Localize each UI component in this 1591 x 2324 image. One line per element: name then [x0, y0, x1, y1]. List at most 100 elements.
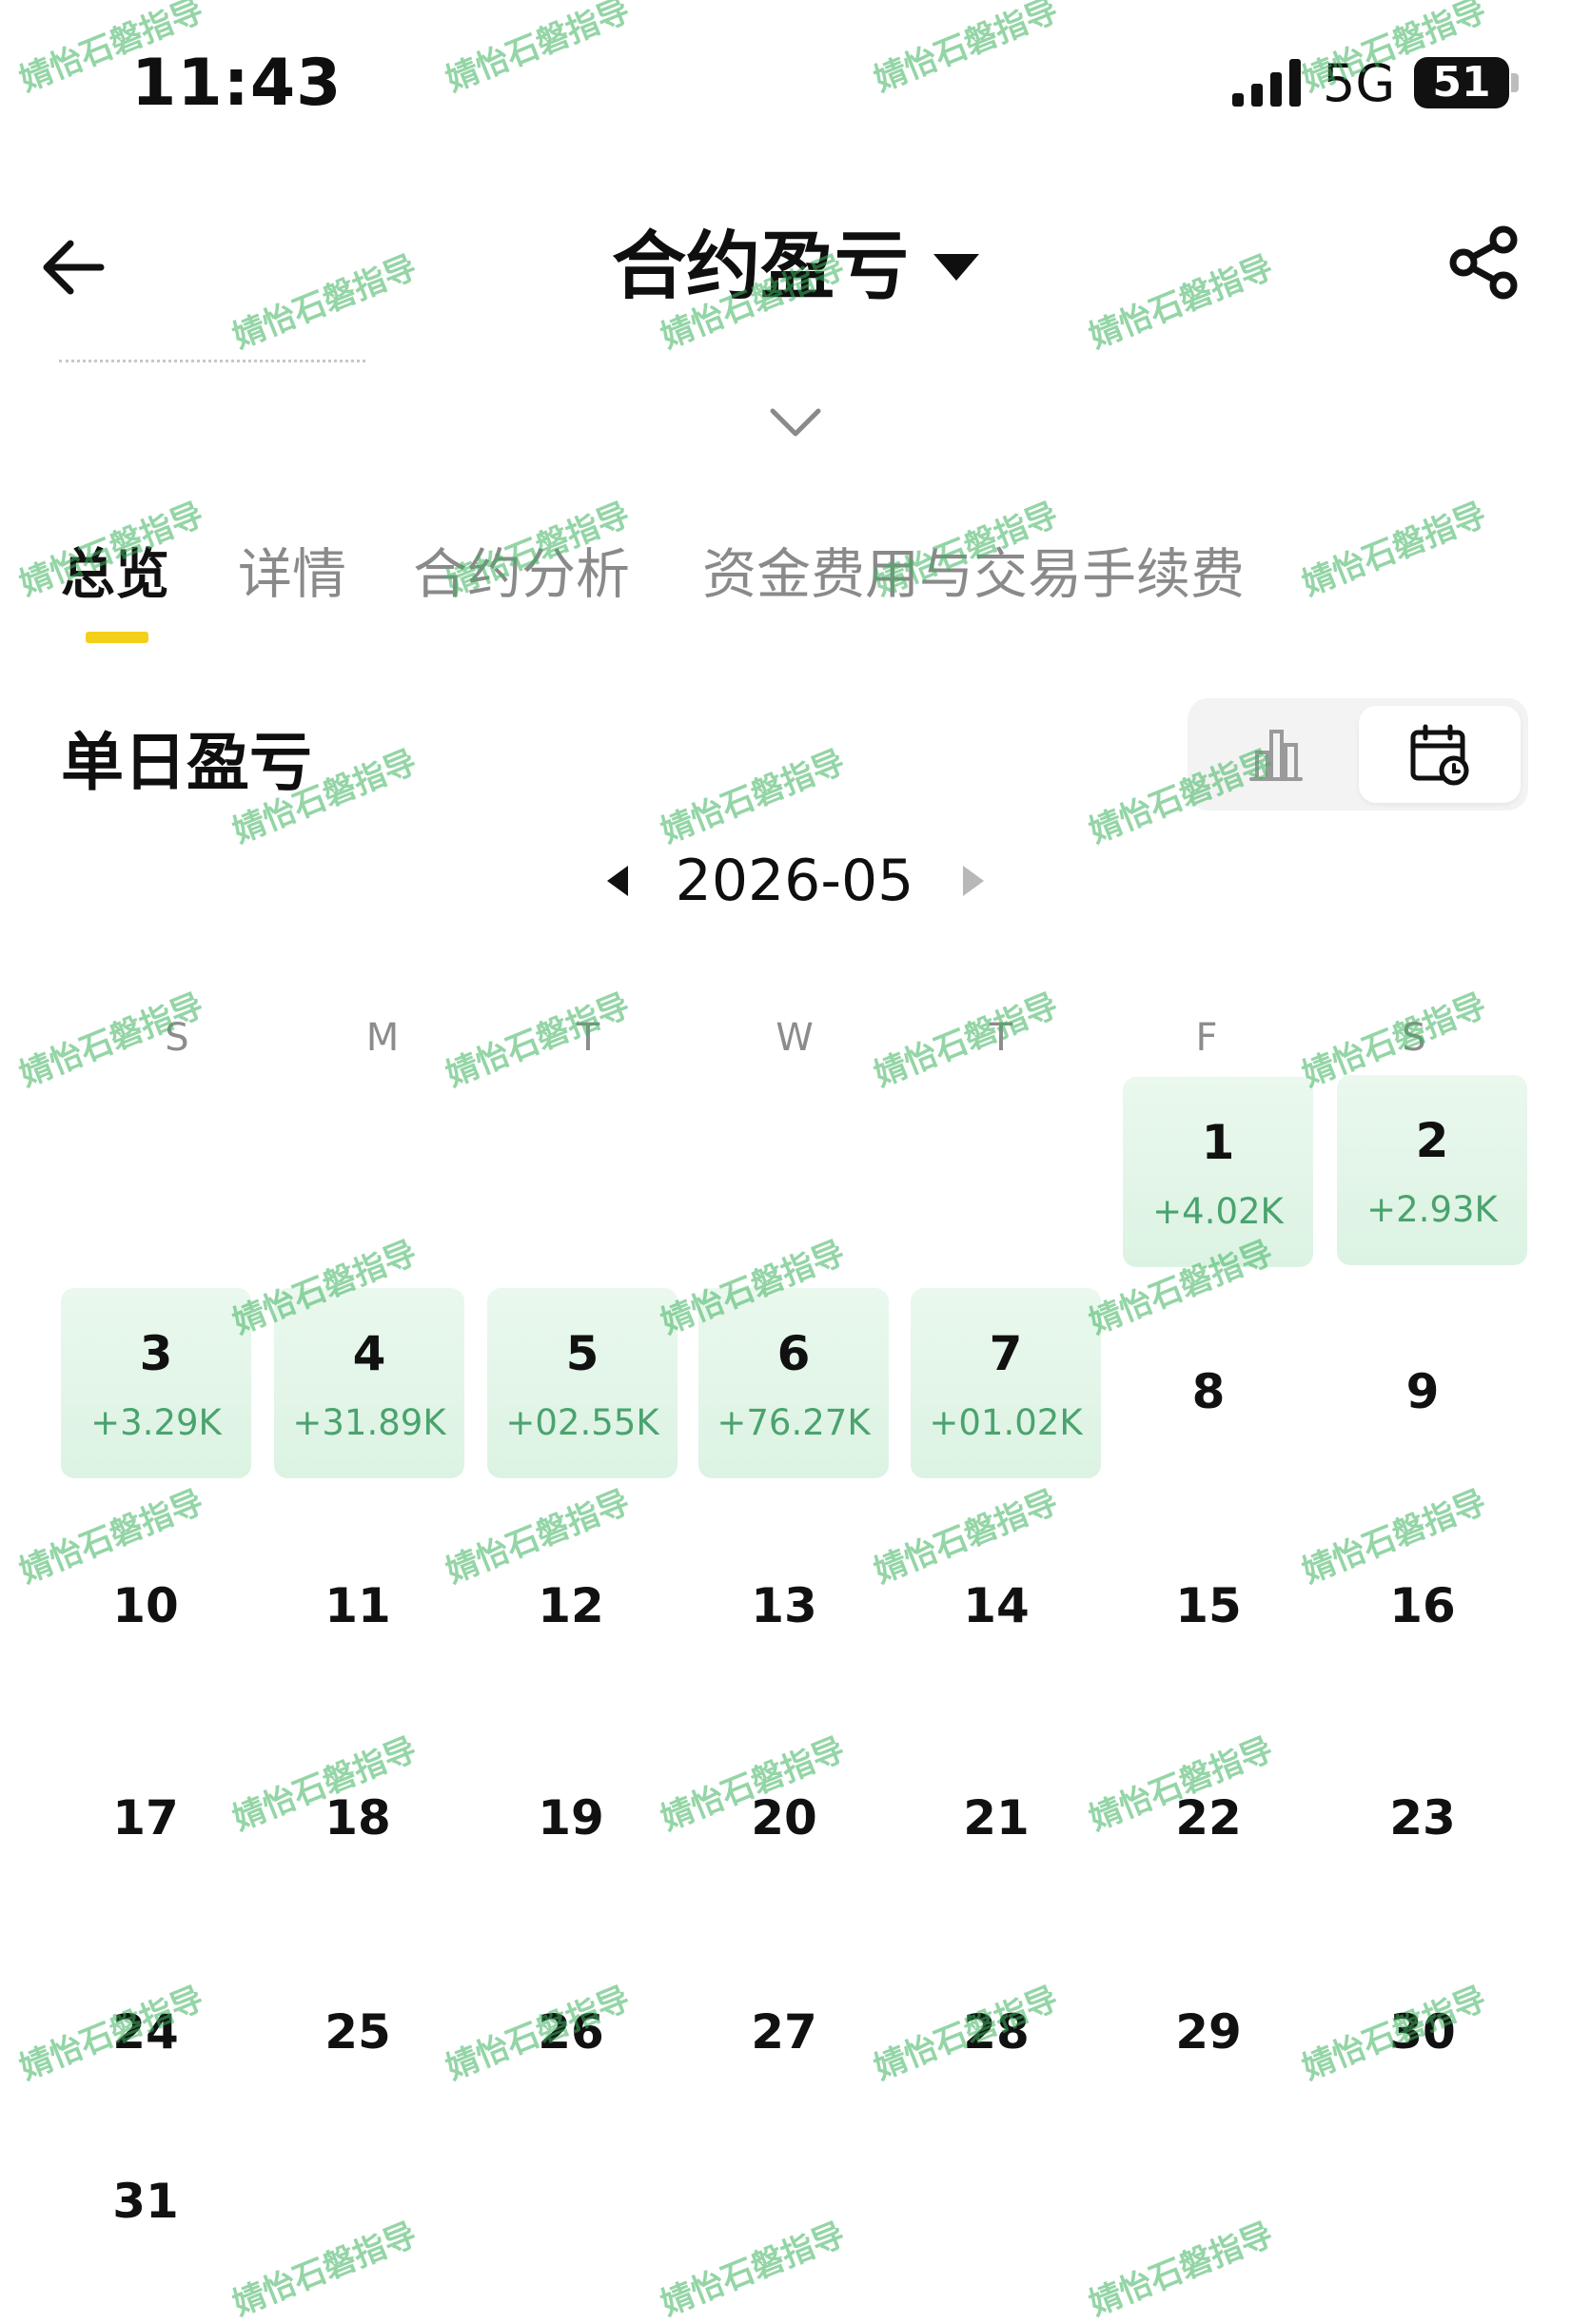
day-number: 16	[1389, 1578, 1456, 1633]
day-number: 14	[963, 1578, 1030, 1633]
day-number: 23	[1389, 1790, 1456, 1846]
calendar-view-button[interactable]	[1359, 706, 1521, 803]
tab-overview[interactable]: 总览	[61, 531, 169, 609]
weekday-label: W	[776, 1016, 814, 1060]
calendar-day[interactable]: 28	[901, 1938, 1091, 2128]
weekday-label: F	[1195, 1016, 1218, 1060]
battery-icon: 51	[1414, 57, 1509, 108]
calendar-day[interactable]: 29	[1113, 1938, 1304, 2128]
tab-bar: 总览 详情 合约分析 资金费用与交易手续费	[0, 521, 1591, 654]
view-toggle	[1188, 698, 1528, 810]
weekday-label: S	[165, 1016, 189, 1060]
calendar-day[interactable]: 2 +2.93K	[1337, 1075, 1527, 1265]
watermark-text: 婧怡石磐指导	[656, 742, 851, 851]
signal-icon	[1232, 59, 1301, 107]
calendar-day[interactable]: 1 +4.02K	[1123, 1077, 1313, 1267]
day-number: 11	[324, 1578, 391, 1633]
day-number: 5	[565, 1326, 599, 1381]
calendar-day[interactable]: 19	[476, 1724, 666, 1914]
calendar-day[interactable]: 20	[689, 1724, 879, 1914]
tab-funding-fees[interactable]: 资金费用与交易手续费	[702, 531, 1245, 609]
day-number: 31	[112, 2174, 179, 2229]
calendar-day[interactable]: 8	[1113, 1298, 1304, 1488]
day-number: 7	[989, 1326, 1023, 1381]
calendar-day[interactable]: 11	[263, 1512, 453, 1702]
calendar-day[interactable]: 4 +31.89K	[274, 1288, 464, 1478]
calendar-day[interactable]: 14	[901, 1512, 1091, 1702]
bar-chart-icon	[1249, 730, 1303, 781]
calendar-day[interactable]: 18	[263, 1724, 453, 1914]
day-pnl: +4.02K	[1152, 1191, 1284, 1232]
status-bar: 11:43 5G 51	[0, 0, 1591, 162]
day-pnl: +2.93K	[1366, 1189, 1498, 1230]
calendar-day[interactable]: 23	[1327, 1724, 1518, 1914]
day-number: 21	[963, 1790, 1030, 1846]
calendar-day[interactable]: 30	[1327, 1938, 1518, 2128]
day-number: 27	[751, 2004, 817, 2060]
calendar-day[interactable]: 5 +02.55K	[487, 1288, 678, 1478]
day-number: 3	[139, 1326, 173, 1381]
calendar-day[interactable]: 3 +3.29K	[61, 1288, 251, 1478]
day-number: 10	[112, 1578, 179, 1633]
day-number: 22	[1175, 1790, 1242, 1846]
day-pnl: +01.02K	[929, 1402, 1083, 1443]
calendar-day[interactable]: 9	[1327, 1298, 1518, 1488]
calendar-day[interactable]: 24	[50, 1938, 241, 2128]
calendar-day[interactable]: 22	[1113, 1724, 1304, 1914]
day-number: 13	[751, 1578, 817, 1633]
calendar-day[interactable]: 15	[1113, 1512, 1304, 1702]
watermark-text: 婧怡石磐指导	[656, 2215, 851, 2324]
day-number: 9	[1405, 1364, 1440, 1419]
day-number: 25	[324, 2004, 391, 2060]
calendar-day[interactable]: 25	[263, 1938, 453, 2128]
calendar-day[interactable]: 10	[50, 1512, 241, 1702]
calendar-day[interactable]: 21	[901, 1724, 1091, 1914]
calendar-day[interactable]: 17	[50, 1724, 241, 1914]
calendar-day[interactable]: 16	[1327, 1512, 1518, 1702]
day-pnl: +31.89K	[292, 1402, 446, 1443]
weekday-label: T	[576, 1016, 600, 1060]
bar-chart-view-button[interactable]	[1195, 706, 1357, 803]
tab-contract-analysis[interactable]: 合约分析	[413, 531, 630, 609]
month-label: 2026-05	[675, 848, 914, 914]
calendar-icon	[1410, 724, 1469, 786]
day-pnl: +76.27K	[717, 1402, 871, 1443]
tab-details[interactable]: 详情	[238, 531, 346, 609]
share-icon[interactable]	[1446, 225, 1522, 301]
calendar-day[interactable]: 27	[689, 1938, 879, 2128]
calendar-day[interactable]: 13	[689, 1512, 879, 1702]
day-number: 29	[1175, 2004, 1242, 2060]
network-label: 5G	[1323, 53, 1396, 113]
chevron-down-icon[interactable]	[767, 403, 824, 441]
day-number: 24	[112, 2004, 179, 2060]
page-title: 合约盈亏	[611, 224, 909, 310]
day-number: 19	[538, 1790, 604, 1846]
weekday-label: T	[989, 1016, 1013, 1060]
day-number: 30	[1389, 2004, 1456, 2060]
calendar-day[interactable]: 7 +01.02K	[911, 1288, 1101, 1478]
day-number: 2	[1415, 1113, 1449, 1168]
tab-active-indicator	[86, 632, 148, 643]
calendar-day[interactable]: 31	[50, 2107, 241, 2297]
calendar-day[interactable]: 26	[476, 1938, 666, 2128]
page-title-dropdown[interactable]: 合约盈亏	[0, 215, 1591, 315]
section-title: 单日盈亏	[61, 726, 312, 799]
day-number: 20	[751, 1790, 817, 1846]
next-month-button[interactable]	[953, 862, 992, 900]
prev-month-button[interactable]	[599, 862, 638, 900]
weekday-label: S	[1402, 1016, 1426, 1060]
watermark-text: 婧怡石磐指导	[227, 2215, 422, 2324]
divider	[59, 360, 365, 362]
day-number: 1	[1201, 1115, 1235, 1170]
caret-down-icon	[933, 253, 979, 281]
weekday-label: M	[365, 1016, 400, 1060]
day-pnl: +02.55K	[505, 1402, 659, 1443]
calendar-day[interactable]: 6 +76.27K	[698, 1288, 889, 1478]
day-number: 17	[112, 1790, 179, 1846]
day-pnl: +3.29K	[90, 1402, 222, 1443]
calendar-day[interactable]: 12	[476, 1512, 666, 1702]
day-number: 15	[1175, 1578, 1242, 1633]
day-number: 12	[538, 1578, 604, 1633]
day-number: 8	[1191, 1364, 1226, 1419]
day-number: 18	[324, 1790, 391, 1846]
